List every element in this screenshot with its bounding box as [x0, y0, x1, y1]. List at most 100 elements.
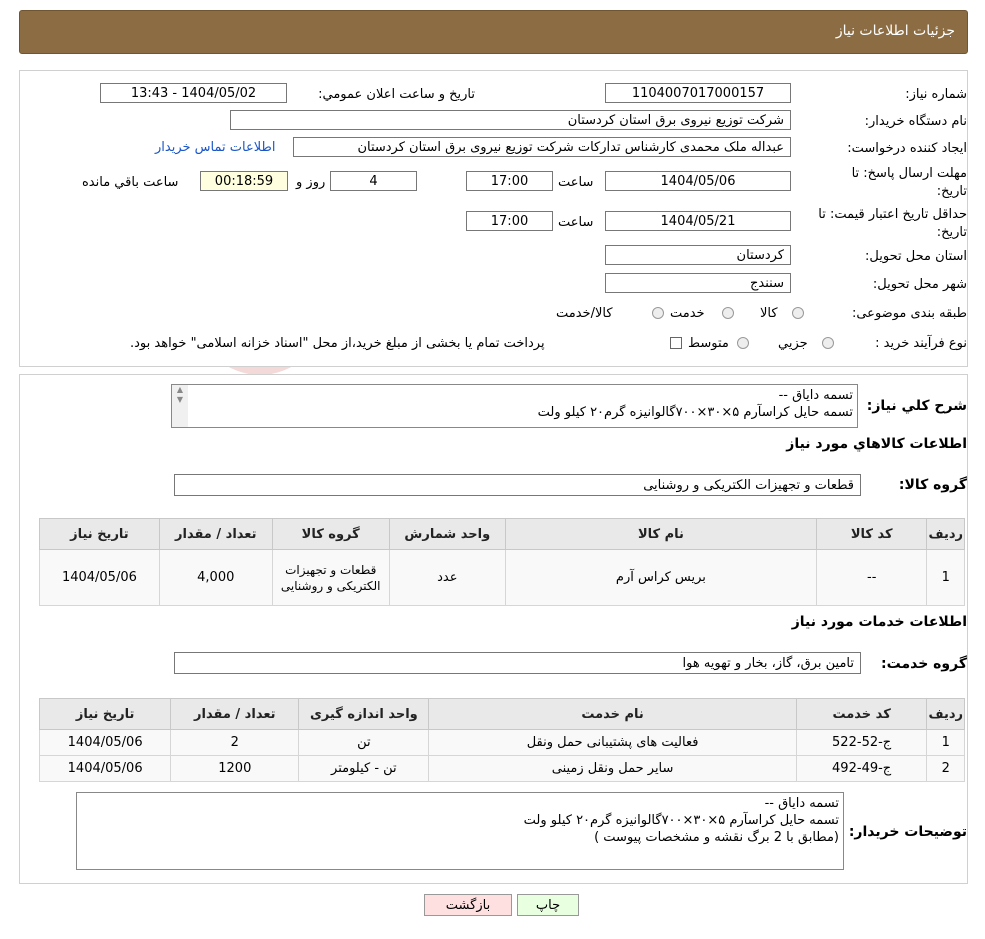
category-service-label: خدمت [670, 306, 705, 321]
province-field: کردستان [605, 245, 791, 265]
process-label: نوع فرآیند خرید : [875, 336, 967, 351]
goods-table: رديف کد کالا نام کالا واحد شمارش گروه کا… [39, 518, 965, 606]
goods-col-row: رديف [926, 518, 965, 550]
validity-date-field: 1404/05/21 [605, 211, 791, 231]
services-cell-name: سایر حمل ونقل زمینی [428, 755, 797, 782]
goods-table-header: رديف کد کالا نام کالا واحد شمارش گروه کا… [39, 518, 965, 550]
services-cell-row: 1 [926, 729, 965, 756]
goods-cell-date: 1404/05/06 [39, 549, 160, 606]
scroll-down-icon[interactable]: ▼ [172, 395, 188, 405]
table-row: 1 -- بریس کراس آرم عدد قطعات و تجهیزات ا… [39, 549, 965, 606]
buyer-notes-textarea[interactable]: تسمه دایاق -- تسمه حایل کراسآرم ۵×۳۰×۷۰۰… [76, 792, 844, 870]
province-label: استان محل تحويل: [865, 249, 967, 264]
services-col-row: رديف [926, 698, 965, 730]
announce-field: 1404/05/02 - 13:43 [100, 83, 287, 103]
services-group-label: گروه خدمت: [881, 656, 967, 672]
process-note: پرداخت تمام يا بخشی از مبلغ خريد،از محل … [130, 336, 545, 351]
buyer-contact-link[interactable]: اطلاعات تماس خریدار [155, 140, 275, 155]
buyer-field: شرکت توزیع نیروی برق استان کردستان [230, 110, 791, 130]
validity-label-2: تاريخ: [936, 225, 967, 240]
services-col-unit: واحد اندازه گيری [298, 698, 430, 730]
services-col-code: کد خدمت [795, 698, 928, 730]
print-button[interactable]: چاپ [517, 894, 579, 916]
description-line-1: تسمه دایاق -- [778, 388, 853, 403]
process-medium-label: متوسط [688, 336, 729, 351]
remaining-time-field: 00:18:59 [200, 171, 288, 191]
creator-label: ایجاد کننده درخواست: [847, 141, 967, 156]
category-goods-service-radio[interactable] [652, 307, 664, 319]
description-textarea[interactable]: تسمه دایاق -- تسمه حایل کراسآرم ۵×۳۰×۷۰۰… [171, 384, 858, 428]
deadline-time-field: 17:00 [466, 171, 553, 191]
goods-col-code: کد کالا [815, 518, 928, 550]
goods-group-label: گروه کالا: [898, 477, 967, 493]
process-minor-radio[interactable] [822, 337, 834, 349]
goods-group-field: قطعات و تجهیزات الکتریکی و روشنایی [174, 474, 861, 496]
table-row: 1 ج-52-522 فعالیت های پشتیبانی حمل ونقل … [38, 729, 965, 756]
services-cell-row: 2 [926, 755, 965, 782]
process-medium-radio[interactable] [737, 337, 749, 349]
goods-col-date: تاريخ نياز [39, 518, 160, 550]
city-field: سنندج [605, 273, 791, 293]
goods-cell-name: بریس کراس آرم [504, 549, 817, 606]
services-cell-qty: 2 [170, 729, 300, 756]
back-button[interactable]: بازگشت [424, 894, 512, 916]
city-label: شهر محل تحويل: [872, 277, 967, 292]
table-row: 2 ج-49-492 سایر حمل ونقل زمینی تن - کیلو… [38, 755, 965, 782]
goods-col-unit: واحد شمارش [388, 518, 506, 550]
page-title: جزئیات اطلاعات نیاز [835, 23, 955, 39]
services-col-date: تاريخ نياز [38, 698, 172, 730]
category-service-radio[interactable] [722, 307, 734, 319]
validity-label: حداقل تاريخ اعتبار قيمت: تا [818, 207, 967, 222]
deadline-label-2: تاریخ: [936, 184, 967, 199]
days-label: روز و [296, 175, 326, 190]
services-cell-code: ج-49-492 [795, 755, 928, 782]
scroll-up-icon[interactable]: ▲ [172, 385, 188, 395]
page-header: جزئیات اطلاعات نیاز [19, 10, 968, 54]
services-group-field: تامین برق، گاز، بخار و تهویه هوا [174, 652, 861, 674]
description-label: شرح کلي نياز: [866, 398, 967, 414]
goods-col-qty: تعداد / مقدار [158, 518, 273, 550]
services-col-qty: تعداد / مقدار [170, 698, 300, 730]
creator-field: عبداله ملک محمدی کارشناس تدارکات شرکت تو… [293, 137, 791, 157]
category-label: طبقه بندی موضوعی: [851, 306, 967, 321]
buyer-notes-label: توضيحات خريدار: [848, 824, 967, 840]
goods-cell-group: قطعات و تجهیزات الکتریکی و روشنایی [271, 549, 390, 606]
services-cell-unit: تن - کیلومتر [298, 755, 430, 782]
services-table: رديف کد خدمت نام خدمت واحد اندازه گيری ت… [38, 698, 965, 782]
goods-cell-code: -- [815, 549, 928, 606]
services-table-header: رديف کد خدمت نام خدمت واحد اندازه گيری ت… [38, 698, 965, 730]
goods-col-group: گروه کالا [271, 518, 390, 550]
need-number-field: 1104007017000157 [605, 83, 791, 103]
description-line-2: تسمه حایل کراسآرم ۵×۳۰×۷۰۰گالوانیزه گرم۲… [537, 405, 853, 420]
services-cell-unit: تن [298, 729, 430, 756]
goods-cell-row: 1 [926, 549, 965, 606]
services-cell-code: ج-52-522 [795, 729, 928, 756]
days-field: 4 [330, 171, 417, 191]
services-cell-date: 1404/05/06 [38, 729, 172, 756]
process-minor-label: جزيي [778, 336, 808, 351]
services-cell-qty: 1200 [170, 755, 300, 782]
buyer-label: نام دستگاه خريدار: [864, 114, 967, 129]
announce-label: تاریخ و ساعت اعلان عمومي: [318, 87, 475, 102]
goods-section-title: اطلاعات کالاهاي مورد نياز [786, 436, 967, 452]
category-goods-radio[interactable] [792, 307, 804, 319]
services-cell-name: فعالیت های پشتیبانی حمل ونقل [428, 729, 797, 756]
buyer-notes-line-2: تسمه حایل کراسآرم ۵×۳۰×۷۰۰گالوانیزه گرم۲… [523, 813, 839, 828]
deadline-time-label: ساعت [558, 175, 594, 190]
services-section-title: اطلاعات خدمات مورد نياز [791, 614, 967, 630]
category-goods-label: کالا [760, 306, 778, 321]
remaining-label: ساعت باقي مانده [82, 175, 179, 190]
need-number-label: شماره نیاز: [905, 87, 967, 102]
category-goods-service-label: کالا/خدمت [556, 306, 613, 321]
goods-cell-qty: 4,000 [158, 549, 273, 606]
deadline-label: مهلت ارسال پاسخ: تا [851, 166, 967, 181]
validity-time-field: 17:00 [466, 211, 553, 231]
treasury-checkbox[interactable] [670, 337, 682, 349]
services-col-name: نام خدمت [428, 698, 797, 730]
deadline-date-field: 1404/05/06 [605, 171, 791, 191]
description-scrollbar[interactable]: ▲ ▼ [172, 385, 188, 427]
services-cell-date: 1404/05/06 [38, 755, 172, 782]
goods-col-name: نام کالا [504, 518, 817, 550]
buyer-notes-line-3: (مطابق با 2 برگ نقشه و مشخصات پیوست ) [594, 830, 839, 845]
validity-time-label: ساعت [558, 215, 594, 230]
